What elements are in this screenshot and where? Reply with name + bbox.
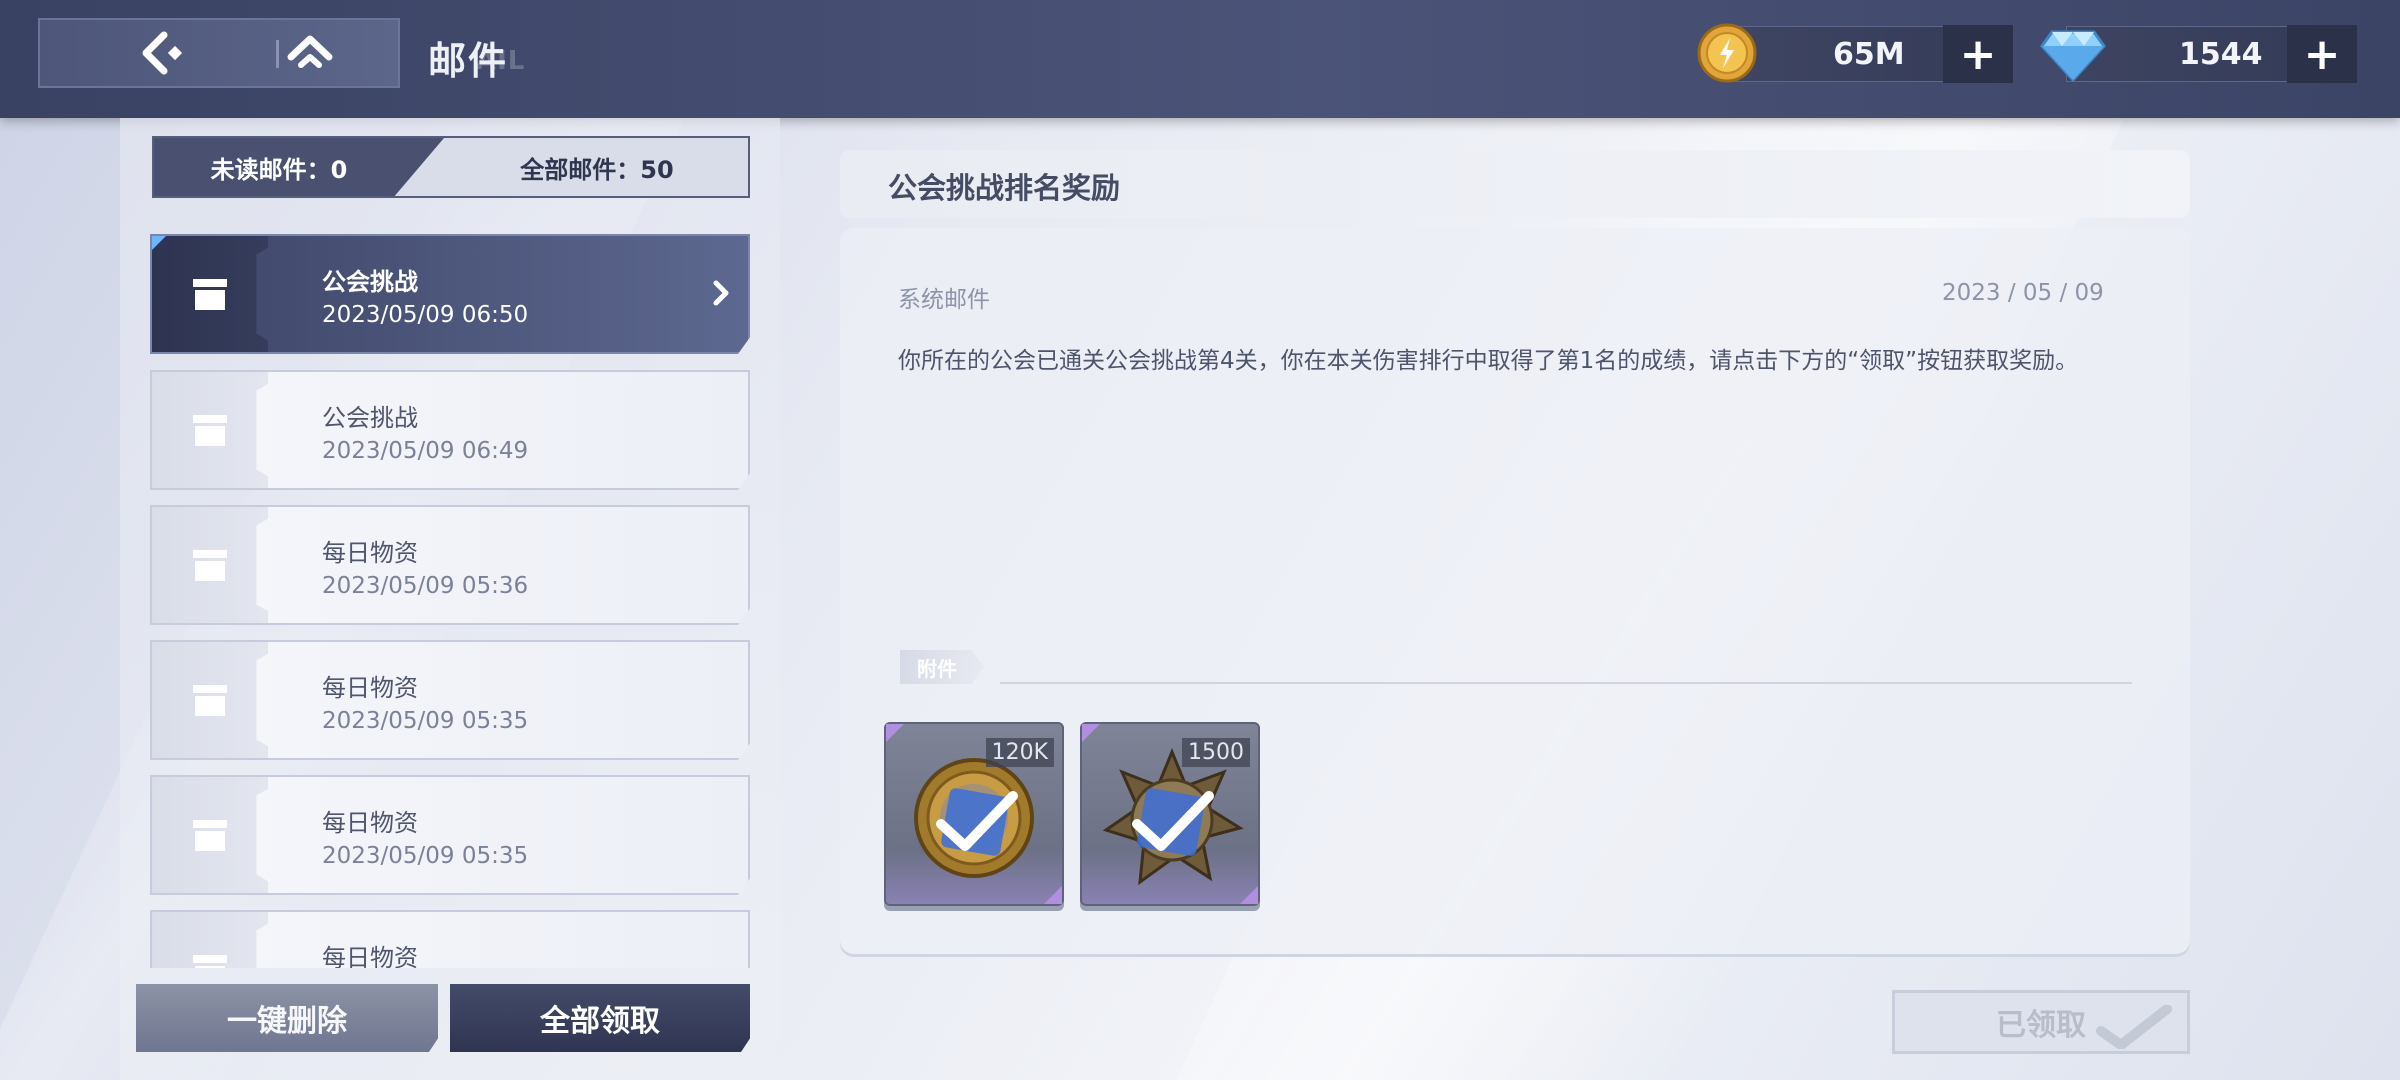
mail-sender: 系统邮件 [898, 287, 990, 313]
top-bar: AIL 邮件 65M + 1544 + [0, 0, 2400, 118]
mail-counter-bar: 未读邮件：0 全部邮件：50 [152, 136, 750, 198]
mail-list[interactable]: 公会挑战 2023/05/09 06:50 公会挑战 2023/05/09 06… [146, 230, 756, 968]
claimed-check-icon [1132, 788, 1214, 856]
total-count: 全部邮件：50 [520, 155, 674, 184]
mail-item[interactable]: 每日物资 2023/05/09 05:35 [150, 775, 750, 895]
chevron-right-icon [713, 280, 729, 306]
mail-box-icon [193, 955, 227, 968]
gold-amount: 65M [1833, 37, 1905, 72]
gold-currency: 65M + [1722, 25, 2013, 83]
home-button[interactable] [250, 20, 370, 86]
claimed-button: 已领取 [1892, 990, 2190, 1054]
check-icon [2096, 1005, 2172, 1049]
mail-title: 公会挑战 [322, 268, 418, 296]
reward-item-medal[interactable]: 1500 [1080, 722, 1260, 906]
mail-item[interactable]: 每日物资 [150, 910, 750, 968]
delete-all-button[interactable]: 一键删除 [136, 984, 438, 1052]
page-title: 邮件 [428, 39, 509, 83]
home-icon [287, 35, 333, 68]
mail-datetime: 2023/05/09 06:49 [322, 438, 529, 464]
mail-box-icon [193, 685, 227, 716]
gold-coin-icon [1697, 23, 1757, 83]
claimed-button-label: 已领取 [1996, 1008, 2086, 1043]
mail-title: 每日物资 [322, 809, 418, 837]
back-arrow-icon [142, 31, 183, 75]
mail-datetime: 2023/05/09 05:35 [322, 708, 529, 734]
mail-box-icon [193, 279, 227, 310]
reward-item-gold[interactable]: 120K [884, 722, 1064, 906]
mail-datetime: 2023/05/09 06:50 [322, 302, 529, 328]
reward-quantity: 120K [985, 738, 1054, 767]
diamond-amount: 1544 [2179, 37, 2263, 72]
mail-date: 2023 / 05 / 09 [1942, 280, 2104, 306]
attachment-divider [1000, 682, 2132, 684]
nav-button-group [38, 18, 400, 88]
mail-detail-title: 公会挑战排名奖励 [888, 171, 1121, 205]
mail-datetime: 2023/05/09 05:35 [322, 843, 529, 869]
mail-title: 每日物资 [322, 539, 418, 567]
mail-item[interactable]: 公会挑战 2023/05/09 06:49 [150, 370, 750, 490]
mail-item[interactable]: 每日物资 2023/05/09 05:36 [150, 505, 750, 625]
mail-title: 每日物资 [322, 674, 418, 702]
mail-title: 公会挑战 [322, 404, 418, 432]
mail-box-icon [193, 415, 227, 446]
add-diamond-button[interactable]: + [2287, 25, 2357, 83]
mail-datetime: 2023/05/09 05:36 [322, 573, 529, 599]
back-button[interactable] [90, 20, 240, 86]
mail-title: 每日物资 [322, 944, 418, 968]
mail-content: 你所在的公会已通关公会挑战第4关，你在本关伤害排行中取得了第1名的成绩，请点击下… [898, 348, 2079, 374]
diamond-currency: 1544 + [2066, 25, 2357, 83]
unread-count: 未读邮件：0 [154, 138, 444, 196]
selected-corner-marker [152, 236, 166, 250]
reward-quantity: 1500 [1182, 738, 1250, 767]
mail-box-icon [193, 820, 227, 851]
mail-box-icon [193, 550, 227, 581]
mail-item-selected[interactable]: 公会挑战 2023/05/09 06:50 [150, 234, 750, 354]
claimed-check-icon [936, 788, 1018, 856]
diamond-icon [2040, 30, 2106, 82]
mail-item[interactable]: 每日物资 2023/05/09 05:35 [150, 640, 750, 760]
attachment-label: 附件 [900, 650, 984, 684]
add-gold-button[interactable]: + [1943, 25, 2013, 83]
claim-all-button[interactable]: 全部领取 [450, 984, 750, 1052]
